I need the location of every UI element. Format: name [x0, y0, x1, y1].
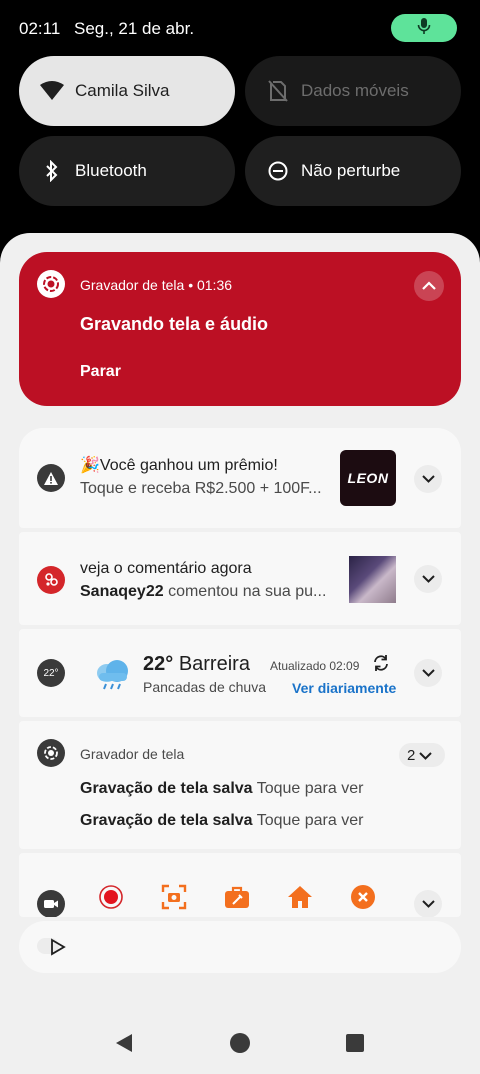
tile-bluetooth-label: Bluetooth [75, 161, 147, 180]
notification-prize[interactable]: 🎉Você ganhou um prêmio! Toque e receba R… [19, 428, 461, 528]
group-count: 2 [407, 746, 416, 764]
toolbox-icon [224, 885, 250, 914]
record-icon [98, 884, 124, 915]
record-button[interactable] [97, 884, 125, 915]
notification-title: 🎉Você ganhou um prêmio! [80, 457, 278, 474]
mic-in-use-indicator[interactable] [391, 14, 457, 42]
view-daily-link[interactable]: Ver diariamente [292, 680, 396, 696]
screenshot-button[interactable] [160, 884, 188, 915]
bluetooth-icon [37, 156, 67, 186]
weather-temp-location: 22° Barreira [143, 653, 250, 676]
refresh-icon[interactable] [372, 654, 390, 677]
home-button[interactable] [286, 885, 314, 913]
notification-title: veja o comentário agora [80, 560, 252, 577]
expand-button[interactable] [414, 890, 442, 917]
saved-recording-2[interactable]: Gravação de tela salva Toque para ver [80, 812, 363, 830]
screen-recording-notification[interactable]: Gravador de tela • 01:36 Gravando tela e… [19, 252, 461, 406]
app-name: Gravador de tela [80, 746, 185, 762]
wifi-icon [37, 76, 67, 106]
back-icon [115, 1033, 133, 1058]
updated-time: Atualizado 02:09 [270, 659, 360, 673]
expand-button[interactable] [414, 465, 442, 493]
location: Barreira [178, 653, 250, 675]
home-icon [287, 885, 313, 914]
notification-text: Toque e receba R$2.500 + 100F... [80, 480, 322, 497]
weather-badge: 22° [37, 659, 65, 687]
screen-recorder-icon [37, 739, 65, 767]
group-count-button[interactable]: 2 [399, 743, 445, 767]
home-nav-button[interactable] [229, 1032, 251, 1058]
chevron-down-icon [421, 470, 435, 488]
warning-icon [37, 464, 65, 492]
elapsed-time: 01:36 [196, 277, 233, 293]
home-circle-icon [230, 1032, 250, 1058]
notification-recordings-saved[interactable]: Gravador de tela 2 Gravação de tela salv… [19, 721, 461, 849]
tools-button[interactable] [223, 885, 251, 913]
back-button[interactable] [113, 1033, 135, 1058]
collapse-button[interactable] [414, 271, 444, 301]
recents-button[interactable] [344, 1033, 366, 1057]
no-sim-icon [263, 76, 293, 106]
tile-mobile-data-label: Dados móveis [301, 81, 409, 100]
video-camera-icon [37, 890, 65, 917]
play-icon[interactable] [50, 938, 66, 961]
screenshot-icon [161, 884, 187, 915]
notification-recorder-toolbar[interactable] [19, 853, 461, 917]
recents-icon [346, 1033, 364, 1057]
media-controls[interactable] [19, 921, 461, 973]
expand-button[interactable] [414, 565, 442, 593]
chevron-down-icon [421, 664, 435, 682]
tile-dnd-label: Não perturbe [301, 161, 401, 180]
tile-do-not-disturb[interactable]: Não perturbe [245, 136, 461, 206]
notification-header: Gravador de tela • 01:36 [80, 277, 233, 293]
date: Seg., 21 de abr. [74, 19, 195, 38]
temperature: 22° [143, 653, 174, 675]
clock: 02:11 [19, 19, 61, 38]
minus-circle-icon [263, 156, 293, 186]
notification-thumbnail [349, 556, 396, 603]
chevron-down-icon [421, 895, 435, 913]
weather-description: Pancadas de chuva [143, 679, 266, 695]
leon-logo: LEON [347, 470, 389, 486]
rain-cloud-icon [93, 659, 131, 690]
saved-recording-1[interactable]: Gravação de tela salva Toque para ver [80, 780, 363, 798]
recording-title: Gravando tela e áudio [80, 314, 269, 334]
close-icon [350, 884, 376, 915]
expand-button[interactable] [414, 659, 442, 687]
tile-wifi-label: Camila Silva [75, 81, 170, 100]
microphone-icon [417, 17, 431, 39]
tile-mobile-data[interactable]: Dados móveis [245, 56, 461, 126]
tile-bluetooth[interactable]: Bluetooth [19, 136, 235, 206]
stop-button[interactable]: Parar [80, 363, 121, 381]
comment-text: comentou na sua pu... [168, 583, 327, 600]
app-name: Gravador de tela [80, 277, 185, 293]
comment-user: Sanaqey22 [80, 583, 164, 600]
close-toolbar-button[interactable] [349, 884, 377, 915]
tile-wifi[interactable]: Camila Silva [19, 56, 235, 126]
chevron-down-icon [419, 747, 433, 764]
status-bar: 02:11 Seg., 21 de abr. [0, 0, 480, 56]
screen-recorder-icon [37, 270, 65, 298]
chevron-up-icon [422, 277, 436, 295]
social-app-icon [37, 566, 65, 594]
notification-text: Sanaqey22 comentou na sua pu... [80, 583, 326, 601]
notification-weather[interactable]: 22° 22° Barreira Pancadas de chuva Atual… [19, 629, 461, 717]
notification-thumbnail: LEON [340, 450, 396, 506]
notification-comment[interactable]: veja o comentário agora Sanaqey22 coment… [19, 532, 461, 625]
chevron-down-icon [421, 570, 435, 588]
